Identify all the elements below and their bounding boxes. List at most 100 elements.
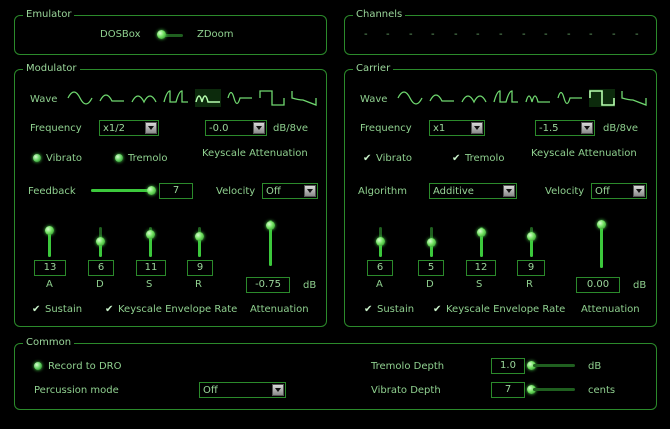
channel-item[interactable]: - [589, 29, 593, 40]
wave-saw-icon[interactable] [621, 89, 647, 107]
wave-sine-icon[interactable] [397, 89, 423, 107]
channel-item[interactable]: - [522, 29, 526, 40]
emulator-dosbox-label: DOSBox [100, 29, 141, 40]
sustain-check-icon[interactable]: ✔ [364, 305, 372, 315]
velocity-value: Off [595, 186, 610, 197]
release-value[interactable]: 9 [187, 260, 213, 276]
keyscale-value: -0.0 [209, 123, 229, 134]
chevron-down-icon[interactable] [581, 122, 593, 134]
chevron-down-icon[interactable] [503, 185, 515, 197]
keyscale-unit: dB/8ve [273, 123, 309, 134]
decay-label: D [96, 279, 104, 290]
feedback-value[interactable]: 7 [159, 183, 193, 199]
channel-item[interactable]: - [544, 29, 548, 40]
sustain-value[interactable]: 12 [466, 260, 496, 276]
tremolo-check-icon[interactable]: ✔ [452, 154, 460, 164]
wave-abs-sine-icon[interactable] [131, 89, 157, 107]
decay-value[interactable]: 6 [88, 260, 114, 276]
attenuation-slider-knob[interactable] [597, 220, 606, 229]
sustain-toggle-label: Sustain [45, 304, 83, 315]
sustain-value[interactable]: 11 [136, 260, 166, 276]
percussion-label: Percussion mode [34, 385, 119, 396]
ker-check-icon[interactable]: ✔ [433, 305, 441, 315]
tremolo-led[interactable] [115, 154, 123, 162]
chevron-down-icon[interactable] [253, 122, 265, 134]
attack-slider-knob[interactable] [45, 226, 54, 235]
wave-square-icon[interactable] [589, 89, 615, 107]
vibrato-led[interactable] [33, 154, 41, 162]
frequency-dropdown[interactable]: x1 [429, 120, 485, 136]
wave-camel-sine-icon[interactable] [557, 89, 583, 107]
release-slider-knob[interactable] [527, 232, 536, 241]
attack-value[interactable]: 6 [367, 260, 393, 276]
channel-item[interactable]: - [409, 29, 413, 40]
wave-saw-icon[interactable] [291, 89, 317, 107]
wave-half-sine-icon[interactable] [99, 89, 125, 107]
record-label: Record to DRO [48, 361, 122, 372]
wave-square-icon[interactable] [259, 89, 285, 107]
record-led[interactable] [34, 362, 42, 370]
velocity-dropdown[interactable]: Off [262, 183, 318, 199]
emulator-switch-knob[interactable] [157, 30, 166, 39]
channel-item[interactable]: - [386, 29, 390, 40]
wave-label: Wave [360, 94, 388, 105]
channel-item[interactable]: - [454, 29, 458, 40]
tremolo-depth-value[interactable]: 1.0 [491, 358, 525, 374]
velocity-dropdown[interactable]: Off [591, 183, 647, 199]
chevron-down-icon[interactable] [145, 122, 157, 134]
decay-slider-knob[interactable] [96, 237, 105, 246]
ker-check-icon[interactable]: ✔ [105, 305, 113, 315]
release-value[interactable]: 9 [517, 260, 545, 276]
channel-item[interactable]: - [567, 29, 571, 40]
algorithm-dropdown[interactable]: Additive [429, 183, 517, 199]
wave-sine-icon[interactable] [67, 89, 93, 107]
vibrato-check-icon[interactable]: ✔ [363, 154, 371, 164]
wave-alternating-sine-icon[interactable] [195, 89, 221, 107]
sustain-check-icon[interactable]: ✔ [32, 305, 40, 315]
chevron-down-icon[interactable] [272, 384, 284, 396]
tremolo-depth-track[interactable] [533, 364, 575, 367]
carrier-title: Carrier [353, 63, 394, 75]
channel-item[interactable]: - [635, 29, 639, 40]
channel-item[interactable]: - [476, 29, 480, 40]
frequency-label: Frequency [360, 123, 412, 134]
channel-item[interactable]: - [431, 29, 435, 40]
channel-item[interactable]: - [364, 29, 368, 40]
wave-alternating-sine-icon[interactable] [525, 89, 551, 107]
keyscale-dropdown[interactable]: -0.0 [205, 120, 267, 136]
vibrato-depth-track[interactable] [533, 388, 575, 391]
feedback-slider-knob[interactable] [147, 186, 156, 195]
wave-quarter-sine-icon[interactable] [493, 89, 519, 107]
chevron-down-icon[interactable] [633, 185, 645, 197]
wave-abs-sine-icon[interactable] [461, 89, 487, 107]
attenuation-value[interactable]: -0.75 [246, 277, 290, 293]
decay-slider-knob[interactable] [427, 238, 436, 247]
attack-slider-knob[interactable] [376, 237, 385, 246]
decay-value[interactable]: 5 [418, 260, 444, 276]
chevron-down-icon[interactable] [304, 185, 316, 197]
attenuation-unit: dB [633, 280, 647, 291]
sustain-slider-knob[interactable] [477, 228, 486, 237]
channel-item[interactable]: - [499, 29, 503, 40]
chevron-down-icon[interactable] [471, 122, 483, 134]
attack-value[interactable]: 13 [34, 260, 66, 276]
wave-quarter-sine-icon[interactable] [163, 89, 189, 107]
frequency-value: x1 [433, 123, 446, 134]
wave-half-sine-icon[interactable] [429, 89, 455, 107]
tremolo-label: Tremolo [128, 153, 168, 164]
percussion-value: Off [203, 385, 218, 396]
keyscale-dropdown[interactable]: -1.5 [535, 120, 595, 136]
channel-item[interactable]: - [612, 29, 616, 40]
percussion-dropdown[interactable]: Off [199, 382, 286, 398]
attenuation-slider-knob[interactable] [266, 221, 275, 230]
vibrato-depth-value[interactable]: 7 [491, 382, 525, 398]
emulator-title: Emulator [23, 9, 75, 21]
frequency-dropdown[interactable]: x1/2 [99, 120, 159, 136]
wave-camel-sine-icon[interactable] [227, 89, 253, 107]
vibrato-depth-unit: cents [588, 385, 616, 396]
emulator-switch-track[interactable] [163, 34, 183, 37]
sustain-slider-knob[interactable] [146, 230, 155, 239]
release-slider-knob[interactable] [195, 232, 204, 241]
tremolo-depth-label: Tremolo Depth [371, 361, 445, 372]
attenuation-value[interactable]: 0.00 [576, 277, 620, 293]
